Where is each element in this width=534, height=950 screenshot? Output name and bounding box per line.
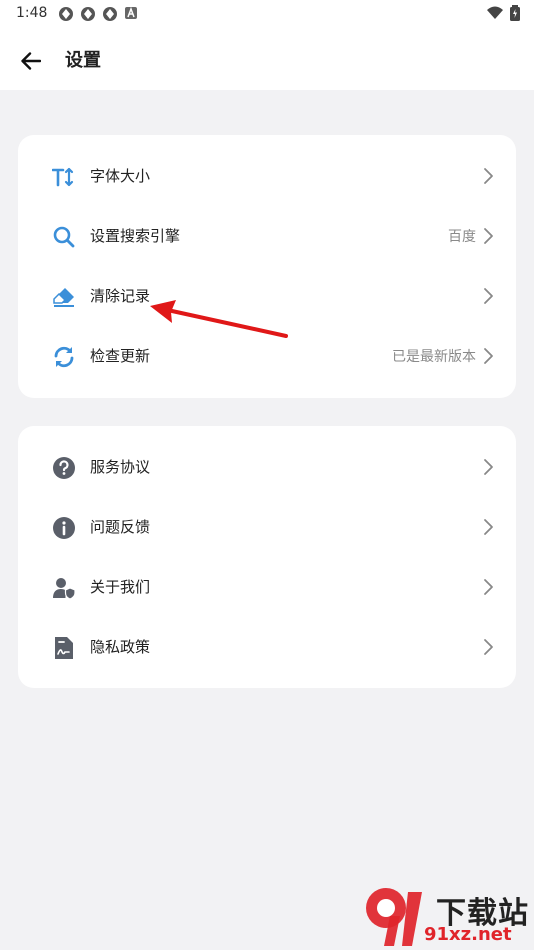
settings-card-general: 字体大小 设置搜索引擎 百度 清除记录 检查更新 已是最新版本	[18, 135, 516, 398]
status-time: 1:48	[16, 5, 48, 21]
chevron-right-icon	[484, 519, 493, 535]
eraser-icon	[52, 285, 76, 309]
refresh-icon	[52, 345, 76, 369]
row-label: 关于我们	[90, 578, 151, 596]
chevron-right-icon	[484, 579, 493, 595]
row-value: 百度	[448, 229, 476, 245]
row-label: 清除记录	[90, 287, 151, 305]
status-icons-left	[58, 6, 138, 22]
check-update-row[interactable]: 检查更新 已是最新版本	[18, 326, 516, 386]
row-value: 已是最新版本	[392, 349, 476, 365]
watermark-logo	[366, 888, 422, 946]
row-label: 检查更新	[90, 347, 151, 365]
search-icon	[52, 225, 76, 249]
row-label: 设置搜索引擎	[90, 227, 181, 245]
font-size-icon	[52, 165, 76, 189]
service-agreement-row[interactable]: 服务协议	[18, 437, 516, 497]
question-icon	[52, 456, 76, 480]
chevron-right-icon	[484, 348, 493, 364]
row-label: 字体大小	[90, 167, 151, 185]
chevron-right-icon	[484, 228, 493, 244]
watermark-url: 91xz.net	[424, 924, 512, 945]
about-us-row[interactable]: 关于我们	[18, 557, 516, 617]
user-shield-icon	[52, 576, 76, 600]
chevron-right-icon	[484, 459, 493, 475]
notification-icon	[103, 7, 117, 21]
search-engine-row[interactable]: 设置搜索引擎 百度	[18, 206, 516, 266]
font-size-row[interactable]: 字体大小	[18, 146, 516, 206]
chevron-right-icon	[484, 288, 493, 304]
settings-card-about: 服务协议 问题反馈 关于我们 隐私政策	[18, 426, 516, 688]
back-button[interactable]	[14, 44, 48, 78]
feedback-row[interactable]: 问题反馈	[18, 497, 516, 557]
wifi-icon	[487, 6, 503, 19]
row-label: 隐私政策	[90, 638, 151, 656]
watermark: 下载站 91xz.net	[362, 886, 532, 948]
info-icon	[52, 516, 76, 540]
chevron-right-icon	[484, 168, 493, 184]
clear-history-row[interactable]: 清除记录	[18, 266, 516, 326]
privacy-policy-row[interactable]: 隐私政策	[18, 617, 516, 677]
status-bar: 1:48	[0, 0, 534, 30]
arrow-left-icon	[21, 52, 41, 70]
app-bar: 设置	[0, 30, 534, 90]
chevron-right-icon	[484, 639, 493, 655]
notification-icon	[81, 7, 95, 21]
row-label: 服务协议	[90, 458, 151, 476]
status-icons-right	[486, 5, 520, 21]
notification-icon	[59, 7, 73, 21]
row-label: 问题反馈	[90, 518, 151, 536]
page-title: 设置	[65, 50, 101, 71]
a-icon	[125, 6, 137, 19]
battery-icon	[510, 5, 520, 21]
document-icon	[52, 636, 76, 660]
